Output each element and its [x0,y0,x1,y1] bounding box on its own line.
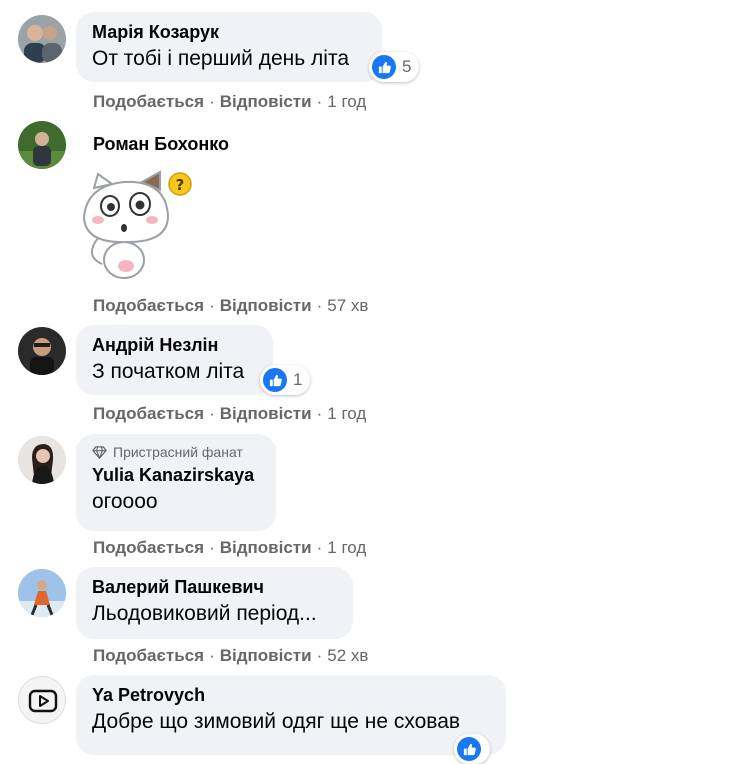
like-button[interactable]: Подобається [93,646,204,665]
like-button[interactable]: Подобається [93,92,204,111]
like-icon [263,368,287,392]
comment-author[interactable]: Андрій Незлін [92,334,257,356]
reaction-count-text: 1 [293,370,303,389]
comment-actions: Подобається · Відповісти · 1 год [93,92,367,111]
reaction-count[interactable] [454,734,490,764]
comment-author[interactable]: Марія Козарук [92,21,366,43]
avatar[interactable] [18,327,66,375]
like-icon [457,737,481,761]
comment-time[interactable]: 1 год [327,538,366,557]
avatar[interactable] [18,569,66,617]
comment-actions: Подобається · Відповісти · 1 год [93,538,367,557]
comment-bubble: Андрій Незлін З початком літа [76,325,273,395]
reply-button[interactable]: Відповісти [220,404,312,423]
like-button[interactable]: Подобається [93,538,204,557]
avatar[interactable] [18,121,66,169]
comment-author[interactable]: Роман Бохонко [93,133,229,155]
comment-author[interactable]: Yulia Kanazirskaya [92,464,260,486]
avatar[interactable] [18,436,66,484]
reaction-count[interactable]: 5 [369,52,420,82]
comment-bubble: Пристрасний фанат Yulia Kanazirskaya ого… [76,434,276,531]
top-fan-badge: Пристрасний фанат [92,443,260,461]
like-button[interactable]: Подобається [93,296,204,315]
reply-button[interactable]: Відповісти [220,646,312,665]
comment-time[interactable]: 1 год [327,92,366,111]
comment-text: огоооо [92,490,158,513]
like-icon [372,55,396,79]
reaction-count[interactable]: 1 [260,365,311,395]
comment-bubble: Ya Petrovych Добре що зимовий одяг ще не… [76,675,506,755]
comment-text: Льодовиковий період... [92,602,317,625]
comment-text: З початком літа [92,360,245,383]
comment-actions: Подобається · Відповісти · 57 хв [93,296,369,315]
like-button[interactable]: Подобається [93,404,204,423]
comment-author[interactable]: Валерий Пашкевич [92,576,337,598]
comment-actions: Подобається · Відповісти · 1 год [93,404,367,423]
comment-bubble: Марія Козарук От тобі і перший день літа [76,12,382,82]
comment-time[interactable]: 57 хв [327,296,368,315]
reaction-count-text: 5 [402,57,412,76]
avatar[interactable] [18,15,66,63]
confused-cat-sticker: ? [76,168,196,288]
reply-button[interactable]: Відповісти [220,92,312,111]
svg-text:?: ? [176,176,185,194]
comment-author[interactable]: Ya Petrovych [92,684,490,706]
comment-actions: Подобається · Відповісти · 52 хв [93,646,369,665]
diamond-icon [92,445,107,459]
badge-label: Пристрасний фанат [113,444,243,460]
avatar[interactable] [18,676,66,724]
reply-button[interactable]: Відповісти [220,296,312,315]
comment-time[interactable]: 1 год [327,404,366,423]
comment-bubble: Валерий Пашкевич Льодовиковий період... [76,567,353,639]
comment-time[interactable]: 52 хв [327,646,368,665]
reply-button[interactable]: Відповісти [220,538,312,557]
comment-text: От тобі і перший день літа [92,47,350,70]
comment-text: Добре що зимовий одяг ще не сховав [92,710,461,733]
play-icon [28,689,58,713]
